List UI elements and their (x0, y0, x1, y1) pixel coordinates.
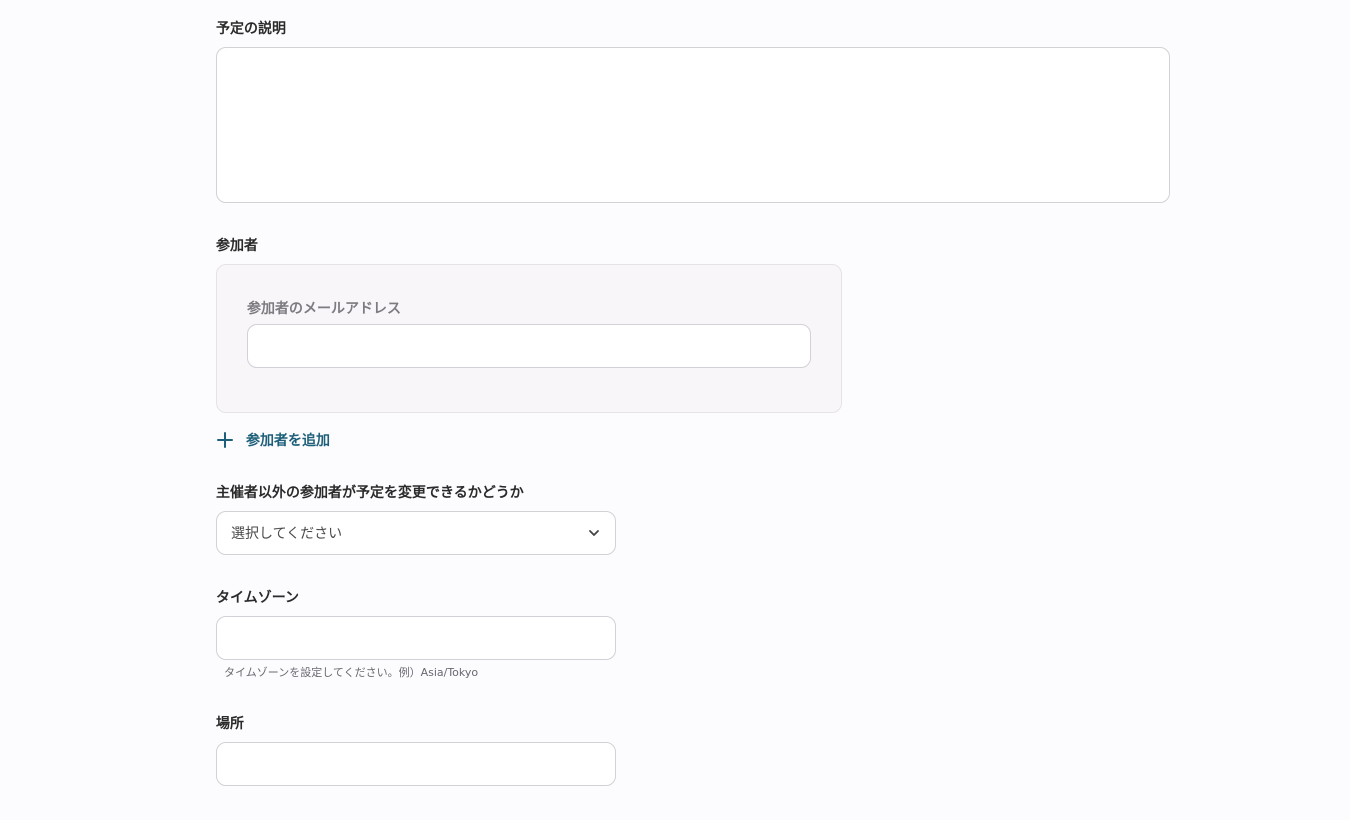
plus-icon (216, 431, 234, 449)
attendee-group: 参加者のメールアドレス (216, 264, 842, 413)
timezone-hint: タイムゾーンを設定してください。例）Asia/Tokyo (224, 666, 479, 679)
description-label: 予定の説明 (216, 21, 286, 37)
location-label: 場所 (216, 716, 244, 732)
chevron-down-icon (587, 526, 601, 540)
location-input[interactable] (216, 742, 616, 786)
guests-can-modify-select[interactable]: 選択してください (216, 511, 616, 555)
attendee-email-input[interactable] (247, 324, 811, 368)
add-attendee-button[interactable]: 参加者を追加 (216, 428, 330, 452)
select-value: 選択してください (231, 526, 343, 542)
attendee-email-label: 参加者のメールアドレス (247, 301, 401, 317)
description-textarea[interactable] (216, 47, 1170, 203)
attendees-label: 参加者 (216, 238, 258, 254)
timezone-input[interactable] (216, 616, 616, 660)
add-attendee-label: 参加者を追加 (246, 433, 330, 449)
form-page: 予定の説明 参加者 参加者のメールアドレス 参加者を追加 主催者以外の参加者が予… (0, 0, 1350, 820)
timezone-label: タイムゾーン (216, 590, 300, 606)
guests-can-modify-label: 主催者以外の参加者が予定を変更できるかどうか (216, 485, 524, 501)
